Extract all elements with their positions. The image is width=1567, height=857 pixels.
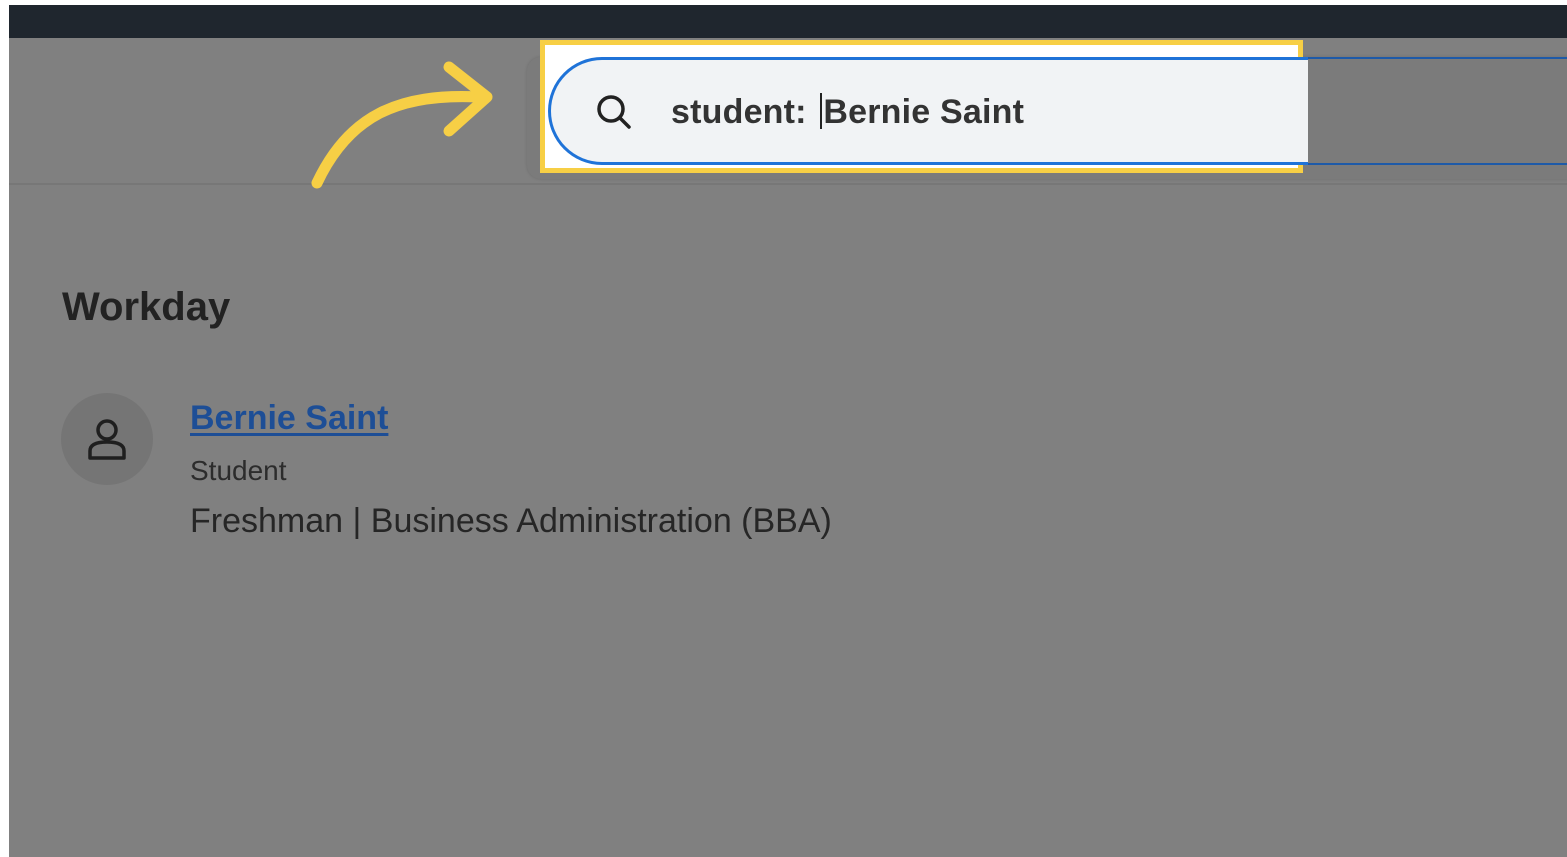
search-query-text[interactable]: student: Bernie Saint [671,93,1024,132]
avatar [61,393,153,485]
search-query-term: Bernie Saint [823,93,1025,131]
tutorial-arrow-icon [311,61,493,189]
result-type-label: Student [190,455,287,486]
top-navigation-bar [9,5,1567,38]
result-name-link[interactable]: Bernie Saint [190,399,388,438]
results-section-title: Workday [62,285,231,329]
user-icon [88,419,126,460]
search-icon[interactable] [594,92,634,132]
app-frame: student: Bernie Saint Workday Bernie Sai… [9,5,1567,857]
search-query-prefix: student: [671,93,817,131]
result-detail-text: Freshman | Business Administration (BBA) [190,502,832,540]
